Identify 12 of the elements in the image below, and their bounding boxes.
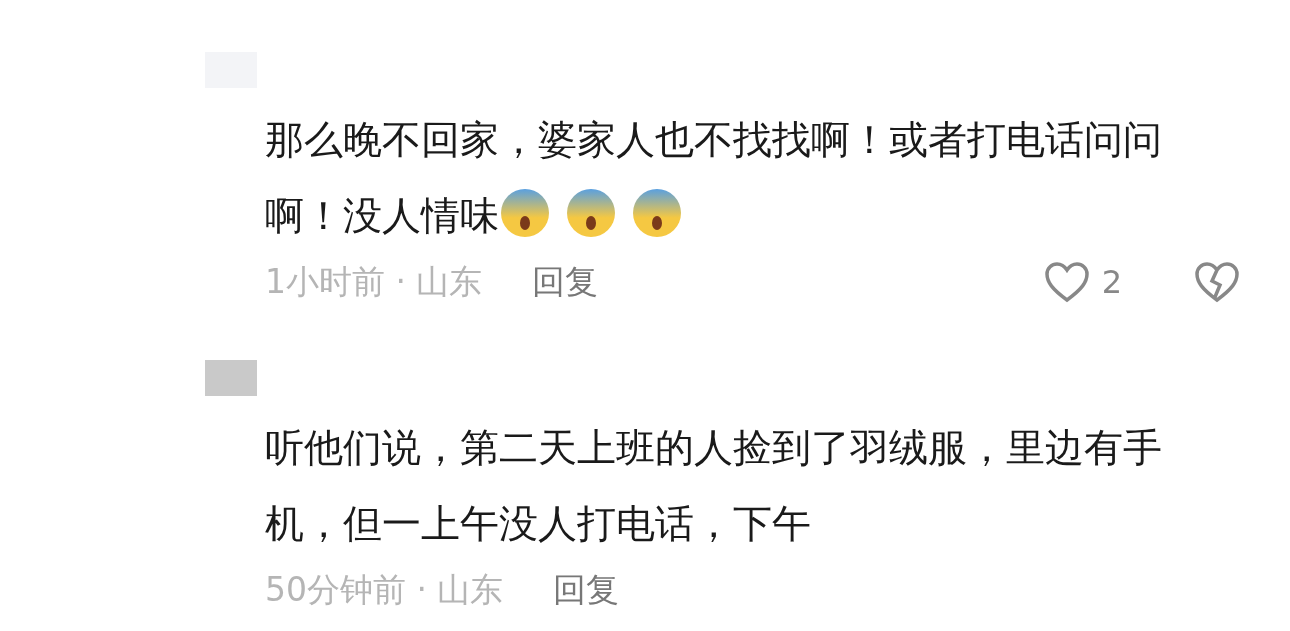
comment-text: 那么晚不回家，婆家人也不找找啊！或者打电话问问啊！没人情味 [265,116,1163,241]
reply-link[interactable]: 回复 [553,567,620,613]
like-count: 2 [1101,263,1122,301]
emoji-icon [565,187,617,239]
comment-meta: 1小时前 · 山东 [265,260,483,303]
heart-icon[interactable] [1043,261,1090,303]
comment-meta: 50分钟前 · 山东 [265,568,504,611]
emoji-icon [499,187,551,239]
comment-text: 听他们说，第二天上班的人捡到了羽绒服，里边有手机，但一上午没人打电话，下午 [265,424,1163,548]
reply-link[interactable]: 回复 [532,259,599,305]
broken-heart-icon[interactable] [1194,261,1240,303]
emoji-icon [631,187,683,239]
